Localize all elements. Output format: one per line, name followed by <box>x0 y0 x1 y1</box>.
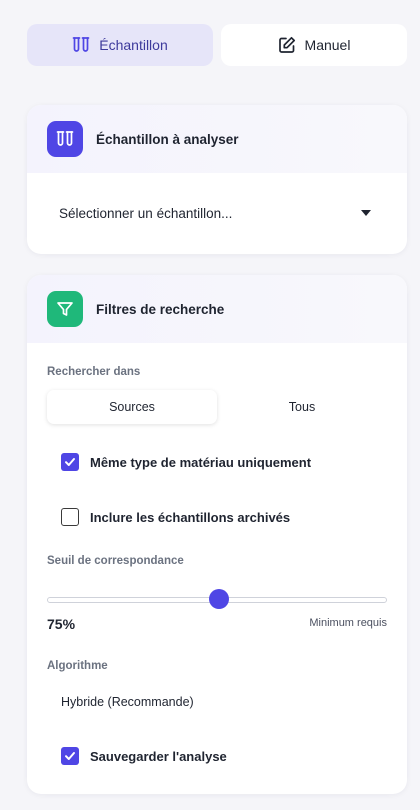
test-tubes-icon <box>72 36 90 54</box>
sample-select-placeholder: Sélectionner un échantillon... <box>59 205 233 221</box>
checkmark-icon <box>65 752 75 760</box>
algorithm-value: Hybride (Recommande) <box>61 695 194 709</box>
search-in-segmented: Sources Tous <box>47 390 387 424</box>
mode-manual-button[interactable]: Manuel <box>221 24 407 66</box>
filter-card: Filtres de recherche Rechercher dans Sou… <box>27 275 407 794</box>
threshold-slider-thumb[interactable] <box>208 589 229 609</box>
include-archived-checkbox[interactable]: Inclure les échantillons archivés <box>61 508 290 526</box>
threshold-label: Seuil de correspondance <box>47 555 184 567</box>
save-analysis-checkbox[interactable]: Sauvegarder l'analyse <box>61 747 227 765</box>
filter-card-header: Filtres de recherche <box>27 275 407 343</box>
save-analysis-label: Sauvegarder l'analyse <box>90 748 227 764</box>
include-archived-label: Inclure les échantillons archivés <box>90 509 291 525</box>
threshold-value: 75% <box>47 616 76 632</box>
filter-funnel-icon <box>47 291 83 327</box>
sample-card-header: Échantillon à analyser <box>27 105 407 173</box>
search-in-option-all[interactable]: Tous <box>217 390 387 424</box>
search-in-label: Rechercher dans <box>47 366 141 378</box>
edit-square-icon <box>278 36 296 54</box>
checkbox-checked[interactable] <box>61 453 79 471</box>
checkbox-unchecked[interactable] <box>61 508 79 526</box>
mode-sample-button[interactable]: Échantillon <box>27 24 213 66</box>
checkbox-checked[interactable] <box>61 747 79 765</box>
mode-sample-label: Échantillon <box>99 37 168 53</box>
caret-down-icon <box>361 210 371 216</box>
mode-manual-label: Manuel <box>304 37 351 53</box>
test-tubes-icon <box>47 121 83 157</box>
checkmark-icon <box>65 458 75 466</box>
search-in-option-sources[interactable]: Sources <box>47 390 217 424</box>
algorithm-label: Algorithme <box>47 660 108 672</box>
algorithm-select[interactable]: Hybride (Recommande) <box>47 687 387 717</box>
sample-card: Échantillon à analyser Sélectionner un é… <box>27 105 407 254</box>
sample-card-title: Échantillon à analyser <box>96 131 239 147</box>
filter-card-title: Filtres de recherche <box>96 301 225 317</box>
same-material-checkbox[interactable]: Même type de matériau uniquement <box>61 453 311 471</box>
sample-select[interactable]: Sélectionner un échantillon... <box>27 173 407 253</box>
same-material-label: Même type de matériau uniquement <box>90 454 312 470</box>
threshold-hint: Minimum requis <box>309 617 387 629</box>
